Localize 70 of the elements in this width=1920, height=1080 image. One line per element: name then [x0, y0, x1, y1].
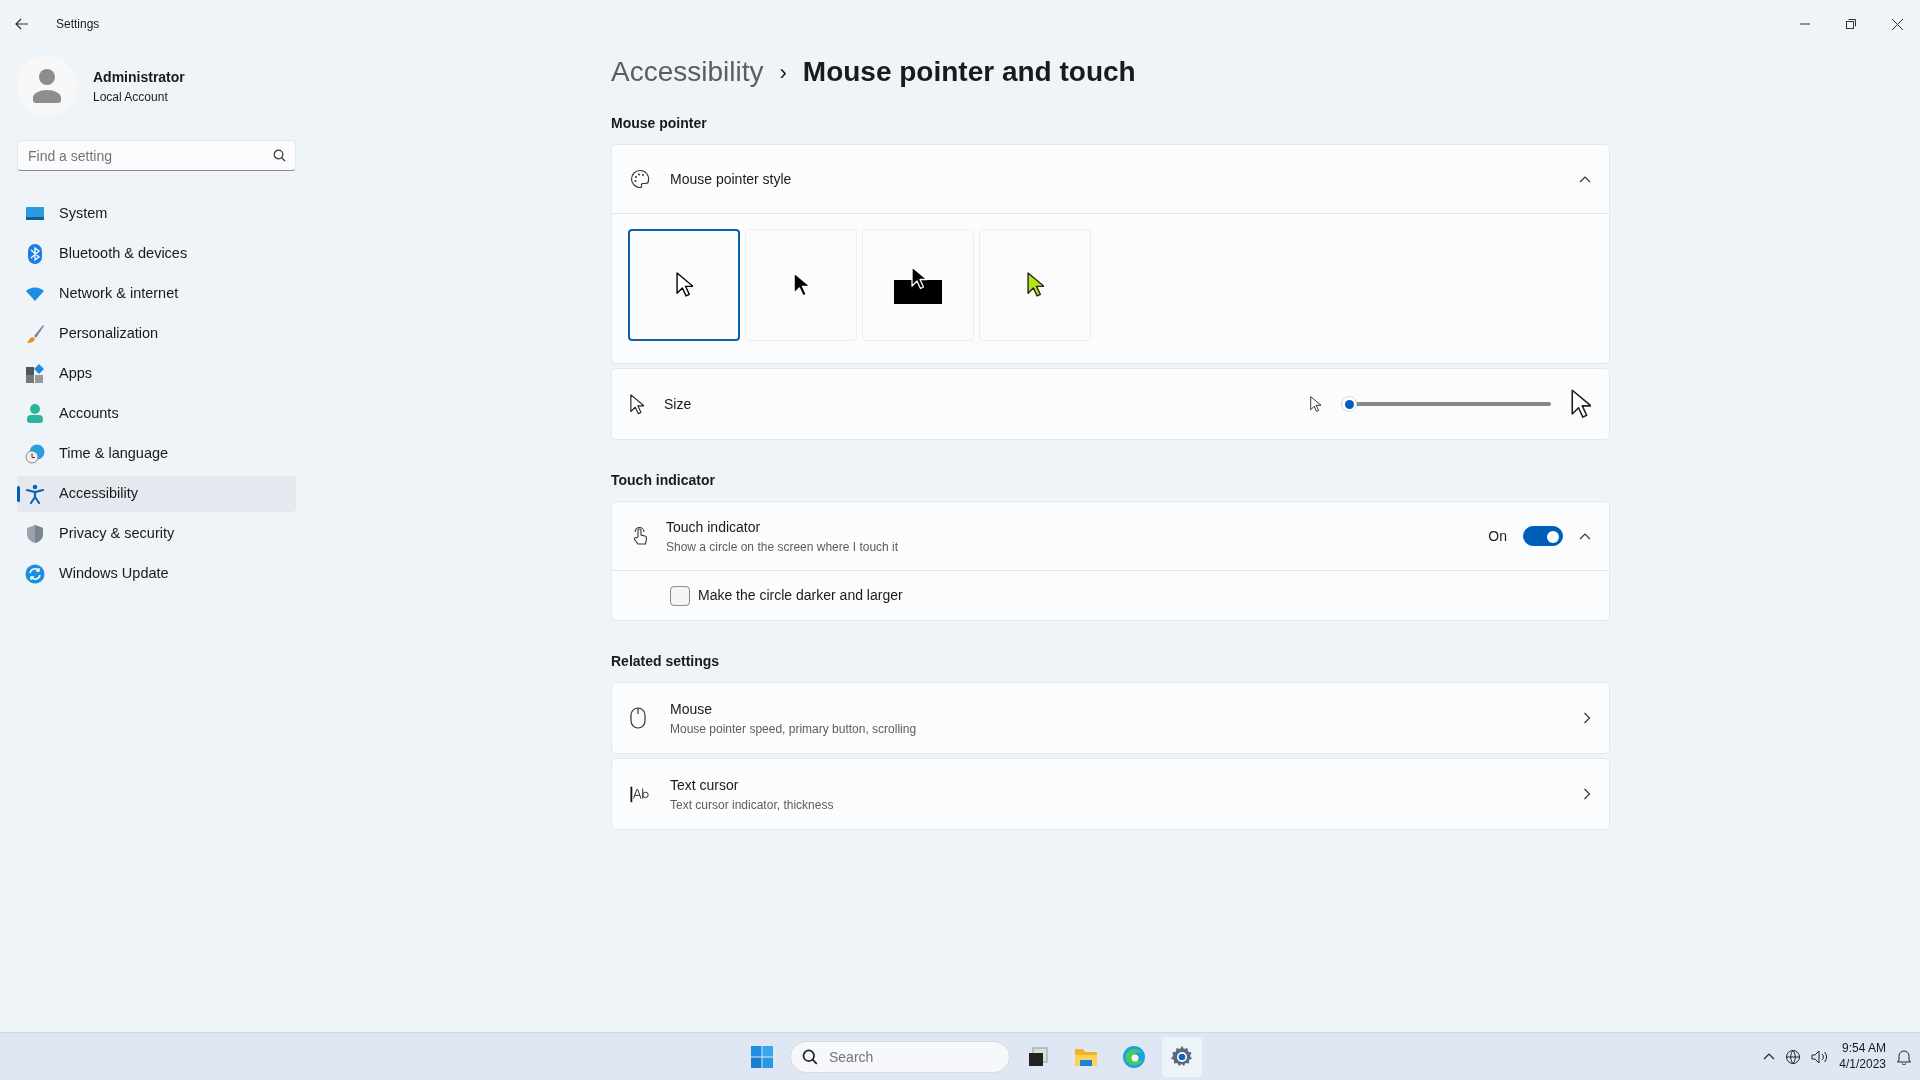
- chevron-right-icon: [1583, 712, 1591, 724]
- slider-thumb[interactable]: [1341, 396, 1357, 412]
- clock-date[interactable]: 4/1/2023: [1839, 1056, 1886, 1073]
- mouse-icon: [630, 707, 646, 729]
- globe-icon[interactable]: [1785, 1048, 1802, 1065]
- collapse-button[interactable]: [1579, 175, 1591, 183]
- setting-title: Size: [664, 394, 693, 414]
- sidebar-item[interactable]: Accessibility: [17, 476, 296, 512]
- sidebar-item[interactable]: Personalization: [17, 316, 296, 352]
- accessibility-icon: [25, 484, 45, 504]
- user-name: Administrator: [93, 67, 185, 87]
- toggle-state-label: On: [1488, 526, 1507, 546]
- text-cursor-icon: [630, 784, 650, 804]
- related-setting-link[interactable]: Text cursor Text cursor indicator, thickness: [611, 758, 1610, 830]
- sidebar-item[interactable]: Time & language: [17, 436, 296, 472]
- checkbox[interactable]: [670, 585, 690, 606]
- setting-title: Text cursor: [670, 775, 740, 795]
- pointer-icon: [1571, 389, 1591, 419]
- pointer-icon: [792, 272, 810, 298]
- setting-title: Mouse pointer style: [670, 169, 793, 189]
- restore-icon: [1846, 19, 1856, 29]
- account-type: Local Account: [93, 88, 169, 106]
- shield-icon: [25, 524, 45, 544]
- breadcrumb-link[interactable]: Accessibility: [611, 51, 764, 93]
- checkbox-label: Make the circle darker and larger: [698, 586, 903, 605]
- related-setting-link[interactable]: Mouse Mouse pointer speed, primary button, scrolling: [611, 682, 1610, 754]
- pointer-icon: [1026, 272, 1044, 298]
- bluetooth-icon: [25, 244, 45, 264]
- close-icon: [1891, 18, 1903, 30]
- sidebar-item[interactable]: Privacy & security: [17, 516, 296, 552]
- breadcrumb-separator: ›: [779, 58, 787, 87]
- setting-title: Mouse: [670, 699, 714, 719]
- pointer-icon: [675, 272, 693, 298]
- sidebar-item[interactable]: Accounts: [17, 396, 296, 432]
- settings-icon[interactable]: [1162, 1036, 1202, 1077]
- apps-icon: [25, 364, 45, 384]
- sidebar-item[interactable]: Apps: [17, 356, 296, 392]
- taskbar-search-field[interactable]: Search: [790, 1040, 1010, 1073]
- sidebar-item[interactable]: Network & internet: [17, 276, 296, 312]
- chevron-right-icon: [1583, 788, 1591, 800]
- setting-description: Text cursor indicator, thickness: [670, 796, 835, 814]
- setting-search-field[interactable]: Find a setting: [17, 140, 296, 171]
- sidebar-item[interactable]: System: [17, 196, 296, 232]
- pointer-style-option[interactable]: [628, 229, 740, 341]
- size-slider[interactable]: [1341, 396, 1551, 412]
- sidebar-item[interactable]: Bluetooth & devices: [17, 236, 296, 272]
- collapse-button[interactable]: [1579, 532, 1591, 540]
- clock-time[interactable]: 9:54 AM: [1839, 1040, 1886, 1057]
- person-icon: [25, 404, 45, 424]
- pointer-icon: [630, 393, 644, 415]
- palette-icon: [630, 169, 650, 189]
- sidebar-item[interactable]: Windows Update: [17, 556, 296, 592]
- page-title: Mouse pointer and touch: [802, 55, 1136, 89]
- pointer-icon: [1310, 395, 1321, 413]
- back-button[interactable]: [14, 16, 30, 32]
- brush-icon: [25, 324, 45, 344]
- toggle-switch[interactable]: [1523, 526, 1563, 546]
- section-heading: Touch indicator: [611, 471, 716, 490]
- window-title: Settings: [55, 16, 100, 33]
- setting-title: Touch indicator: [666, 517, 762, 537]
- setting-description: Show a circle on the screen where I touch it: [666, 538, 900, 556]
- search-icon: [273, 149, 286, 162]
- windows-icon: [750, 1044, 774, 1069]
- speaker-icon[interactable]: [1811, 1048, 1830, 1065]
- section-heading: Related settings: [611, 652, 721, 671]
- setting-description: Mouse pointer speed, primary button, scrolling: [670, 720, 918, 738]
- globe-clock-icon: [25, 444, 45, 464]
- section-heading: Mouse pointer: [611, 114, 708, 133]
- update-icon: [25, 564, 45, 584]
- notification-icon[interactable]: [1896, 1048, 1912, 1065]
